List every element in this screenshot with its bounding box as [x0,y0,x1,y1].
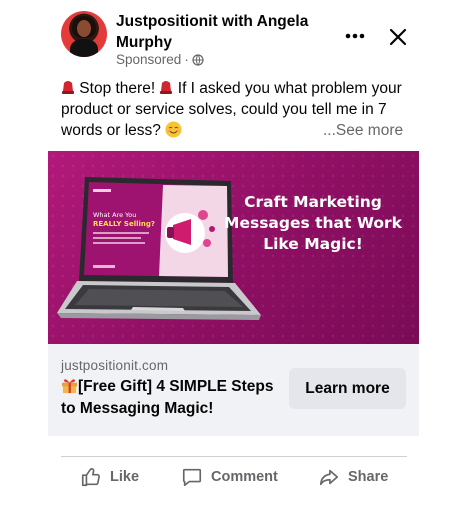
share-button[interactable]: Share [318,462,388,492]
author-name[interactable]: Justpositionit with Angela Murphy [116,11,326,53]
post-text-part-1: Stop there! [75,80,160,97]
screen-title-2: REALLY Selling? [93,220,155,228]
link-title-text: [Free Gift] 4 SIMPLE Steps to Messaging … [61,378,274,417]
red-light-emoji-icon [62,81,74,94]
thumbs-up-icon [81,468,100,487]
gift-emoji-icon [61,379,78,394]
ad-creative-image[interactable]: What Are You REALLY Selling? Craft Marke… [48,151,419,344]
meta-separator: · [184,52,189,67]
learn-more-button[interactable]: Learn more [289,368,406,409]
comment-label: Comment [211,469,278,485]
post-meta: Sponsored · [116,52,204,67]
avatar[interactable] [61,11,107,57]
avatar-body [70,39,98,57]
more-horizontal-icon [345,33,365,39]
close-icon[interactable] [386,25,410,49]
screen-title-1: What Are You [93,211,136,219]
sponsored-post: Justpositionit with Angela Murphy Sponso… [0,0,464,517]
share-label: Share [348,469,389,485]
like-label: Like [110,469,140,485]
avatar-face [77,20,91,37]
actions-divider [61,456,407,457]
red-light-emoji-icon [160,81,173,94]
link-title: [Free Gift] 4 SIMPLE Steps to Messaging … [61,376,286,420]
link-domain: justpositionit.com [61,358,169,373]
comment-button[interactable]: Comment [181,462,278,492]
creative-headline: Craft Marketing Messages that Work Like … [224,193,402,253]
sponsored-label[interactable]: Sponsored [116,52,181,67]
share-icon [319,469,339,486]
see-more-link[interactable]: ...See more [323,120,403,141]
more-options-button[interactable] [342,26,368,46]
globe-icon [192,53,204,66]
comment-icon [182,468,202,487]
smiling-face-emoji-icon [165,121,182,138]
like-button[interactable]: Like [80,462,139,492]
link-preview[interactable]: justpositionit.com [Free Gift] 4 SIMPLE … [48,344,419,436]
